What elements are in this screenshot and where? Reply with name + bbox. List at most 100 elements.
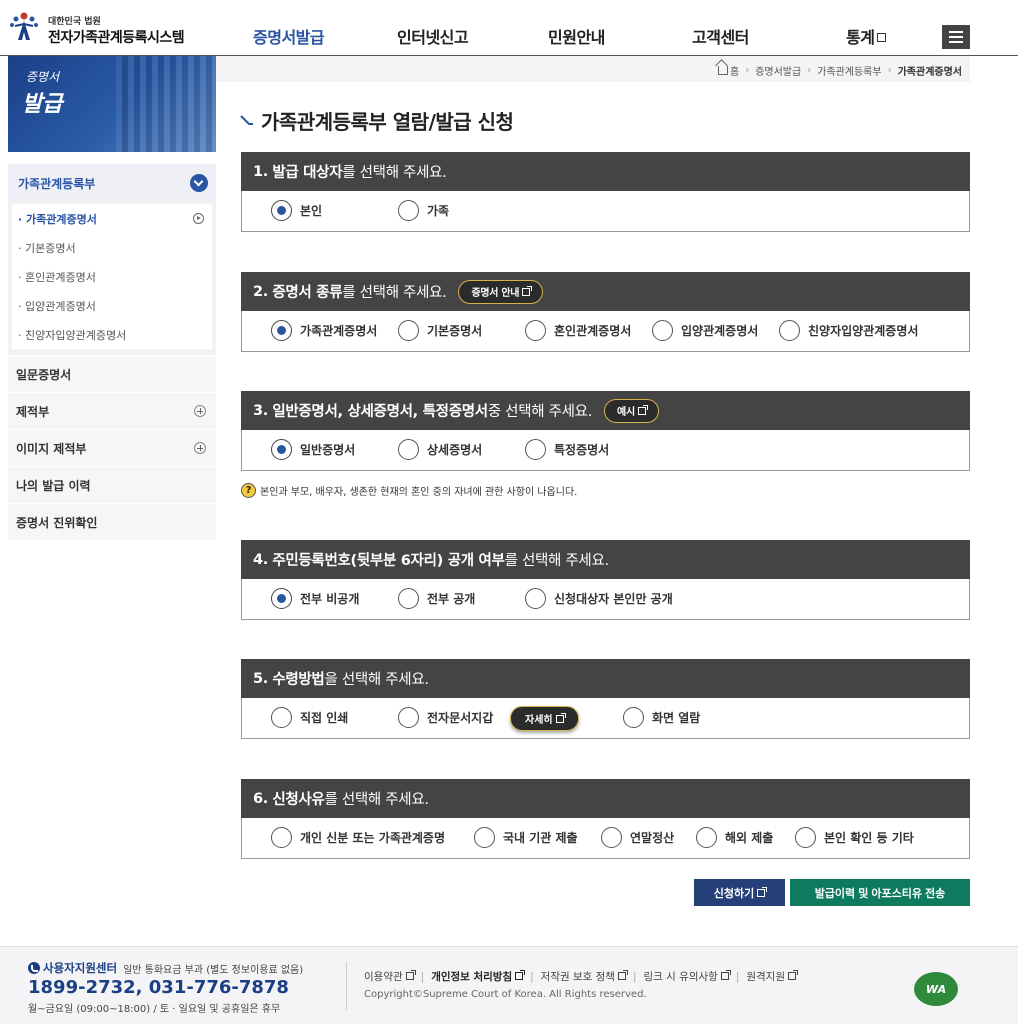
section-rest: 를 선택해 주세요. bbox=[504, 553, 610, 569]
radio-circle[interactable] bbox=[271, 439, 292, 460]
e-wallet-details-button[interactable]: 자세히 bbox=[510, 706, 579, 731]
history-apostille-button[interactable]: 발급이력 및 아포스티유 전송 bbox=[790, 879, 970, 906]
section-options: 본인 가족 bbox=[241, 191, 970, 232]
radio-general-cert[interactable]: 일반증명서 bbox=[271, 439, 355, 460]
sidebar-item-verify[interactable]: 증명서 진위확인 bbox=[8, 503, 216, 540]
radio-screen-view[interactable]: 화면 열람 bbox=[623, 707, 700, 728]
sidebar-item-my-history[interactable]: 나의 발급 이력 bbox=[8, 466, 216, 503]
radio-circle[interactable] bbox=[398, 588, 419, 609]
radio-all-hidden[interactable]: 전부 비공개 bbox=[271, 588, 359, 609]
info-note: ? 본인과 부모, 배우자, 생존한 현재의 혼인 중의 자녀에 관한 사항이 … bbox=[241, 483, 577, 498]
sidebar-submenu: · 가족관계증명서 · 기본증명서 · 혼인관계증명서 · 입양관계증명서 · … bbox=[8, 202, 216, 355]
radio-circle[interactable] bbox=[271, 588, 292, 609]
sidebar-sub-adoption-cert[interactable]: · 입양관계증명서 bbox=[12, 291, 212, 320]
section-num: 4. bbox=[253, 551, 268, 568]
side-navigation: 가족관계등록부 · 가족관계증명서 · 기본증명서 · 혼인관계증명서 · 입양… bbox=[8, 164, 216, 540]
radio-all-public[interactable]: 전부 공개 bbox=[398, 588, 475, 609]
section-bold: 일반증명서, 상세증명서, 특정증명서 bbox=[272, 404, 488, 420]
sidebar-item-removed-register[interactable]: 제적부 bbox=[8, 392, 216, 429]
radio-circle[interactable] bbox=[398, 707, 419, 728]
radio-circle[interactable] bbox=[696, 827, 717, 848]
radio-circle[interactable] bbox=[271, 707, 292, 728]
radio-family-cert[interactable]: 가족관계증명서 bbox=[271, 320, 377, 341]
radio-adoption-cert[interactable]: 입양관계증명서 bbox=[652, 320, 758, 341]
footer-link-copyright[interactable]: 저작권 보호 정책 bbox=[541, 969, 628, 984]
radio-label: 직접 인쇄 bbox=[300, 711, 349, 725]
breadcrumb-item[interactable]: 가족관계등록부 bbox=[817, 63, 881, 78]
sidebar-sub-full-adoption-cert[interactable]: · 친양자입양관계증명서 bbox=[12, 320, 212, 349]
title-mark-icon bbox=[240, 115, 253, 125]
radio-reason-overseas[interactable]: 해외 제출 bbox=[696, 827, 773, 848]
sidebar-item-label: 일문증명서 bbox=[16, 367, 72, 382]
banner-line2: 발급 bbox=[22, 91, 63, 117]
radio-basic-cert[interactable]: 기본증명서 bbox=[398, 320, 482, 341]
radio-circle[interactable] bbox=[525, 588, 546, 609]
hamburger-menu-button[interactable] bbox=[942, 25, 970, 49]
radio-label: 신청대상자 본인만 공개 bbox=[554, 592, 673, 606]
section-banner: 증명서 발급 bbox=[8, 56, 216, 152]
radio-circle[interactable] bbox=[271, 200, 292, 221]
breadcrumb-home[interactable]: 홈 bbox=[717, 63, 739, 78]
cert-guide-button[interactable]: 증명서 안내 bbox=[458, 279, 544, 304]
radio-label: 국내 기관 제출 bbox=[503, 831, 578, 845]
example-button[interactable]: 예시 bbox=[604, 398, 659, 423]
radio-reason-domestic[interactable]: 국내 기관 제출 bbox=[474, 827, 578, 848]
radio-reason-tax[interactable]: 연말정산 bbox=[601, 827, 674, 848]
nav-internet-report[interactable]: 인터넷신고 bbox=[397, 24, 469, 48]
radio-circle[interactable] bbox=[525, 320, 546, 341]
nav-customer-center[interactable]: 고객센터 bbox=[692, 24, 749, 48]
radio-circle[interactable] bbox=[398, 200, 419, 221]
section-options: 가족관계증명서 기본증명서 혼인관계증명서 입양관계증명서 친양자입양관계증명서 bbox=[241, 311, 970, 352]
sidebar-sub-basic-cert[interactable]: · 기본증명서 bbox=[12, 233, 212, 262]
footer-link-privacy[interactable]: 개인정보 처리방침 bbox=[431, 969, 526, 984]
radio-specific-cert[interactable]: 특정증명서 bbox=[525, 439, 609, 460]
external-link-icon bbox=[515, 970, 526, 980]
breadcrumb-item[interactable]: 증명서발급 bbox=[755, 63, 801, 78]
radio-e-wallet[interactable]: 전자문서지갑 bbox=[398, 707, 493, 728]
external-link-icon bbox=[757, 886, 768, 897]
sidebar-item-image-register[interactable]: 이미지 제적부 bbox=[8, 429, 216, 466]
radio-circle[interactable] bbox=[525, 439, 546, 460]
nav-civil-guide[interactable]: 민원안내 bbox=[548, 24, 605, 48]
section-bold: 신청사유 bbox=[272, 792, 325, 808]
radio-reason-identity[interactable]: 개인 신분 또는 가족관계증명 bbox=[271, 827, 445, 848]
sidebar-item-foreign-cert[interactable]: 일문증명서 bbox=[8, 355, 216, 392]
footer-link-label: 이용약관 bbox=[364, 971, 403, 983]
radio-circle[interactable] bbox=[652, 320, 673, 341]
radio-circle[interactable] bbox=[271, 320, 292, 341]
radio-self[interactable]: 본인 bbox=[271, 200, 322, 221]
apply-button[interactable]: 신청하기 bbox=[694, 879, 785, 906]
radio-circle[interactable] bbox=[601, 827, 622, 848]
nav-statistics[interactable]: 통계 bbox=[846, 24, 887, 48]
external-link-icon bbox=[637, 404, 648, 415]
footer-link-link-notice[interactable]: 링크 시 유의사항 bbox=[644, 969, 731, 984]
radio-circle[interactable] bbox=[271, 827, 292, 848]
footer-link-remote[interactable]: 원격지원 bbox=[746, 969, 798, 984]
radio-detailed-cert[interactable]: 상세증명서 bbox=[398, 439, 482, 460]
radio-full-adoption-cert[interactable]: 친양자입양관계증명서 bbox=[779, 320, 918, 341]
arrow-right-circle-icon bbox=[193, 213, 204, 224]
radio-self-only-public[interactable]: 신청대상자 본인만 공개 bbox=[525, 588, 673, 609]
radio-label: 개인 신분 또는 가족관계증명 bbox=[300, 831, 446, 845]
radio-circle[interactable] bbox=[795, 827, 816, 848]
footer-link-terms[interactable]: 이용약관 bbox=[364, 969, 416, 984]
chevron-down-icon[interactable] bbox=[190, 174, 208, 192]
radio-circle[interactable] bbox=[779, 320, 800, 341]
section-bold: 주민등록번호(뒷부분 6자리) 공개 여부 bbox=[272, 553, 505, 569]
section-options: 전부 비공개 전부 공개 신청대상자 본인만 공개 bbox=[241, 579, 970, 620]
radio-family[interactable]: 가족 bbox=[398, 200, 449, 221]
section-options: 일반증명서 상세증명서 특정증명서 bbox=[241, 430, 970, 471]
site-logo[interactable]: 대한민국 법원 전자가족관계등록시스템 bbox=[8, 10, 185, 46]
external-link-icon bbox=[617, 970, 628, 980]
radio-circle[interactable] bbox=[398, 320, 419, 341]
sidebar-sub-family-cert[interactable]: · 가족관계증명서 bbox=[12, 204, 212, 233]
radio-direct-print[interactable]: 직접 인쇄 bbox=[271, 707, 348, 728]
nav-certificate[interactable]: 증명서발급 bbox=[253, 24, 325, 48]
radio-reason-other[interactable]: 본인 확인 등 기타 bbox=[795, 827, 914, 848]
radio-circle[interactable] bbox=[474, 827, 495, 848]
radio-circle[interactable] bbox=[623, 707, 644, 728]
sidebar-item-family-register[interactable]: 가족관계등록부 bbox=[8, 164, 216, 202]
radio-marriage-cert[interactable]: 혼인관계증명서 bbox=[525, 320, 631, 341]
sidebar-sub-marriage-cert[interactable]: · 혼인관계증명서 bbox=[12, 262, 212, 291]
radio-circle[interactable] bbox=[398, 439, 419, 460]
